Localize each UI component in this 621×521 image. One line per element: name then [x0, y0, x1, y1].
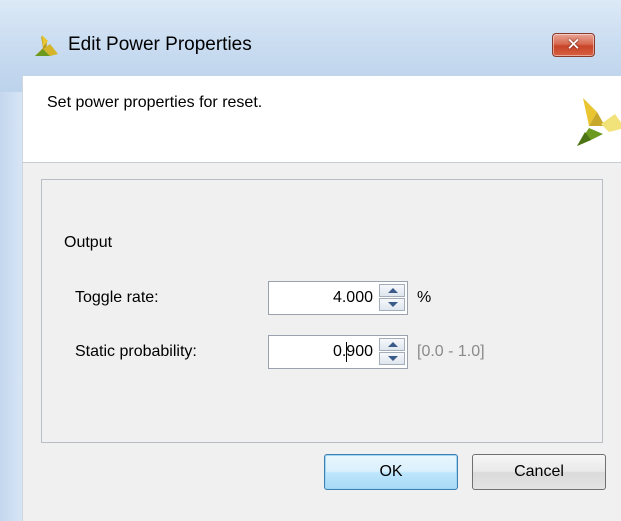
ok-button[interactable]: OK [324, 454, 458, 490]
xilinx-logo-icon [35, 35, 58, 56]
dialog-body: Output Toggle rate: 4.000 % Static proba… [22, 163, 621, 521]
spin-up-icon [388, 342, 398, 347]
static-probability-stepper[interactable]: 0.900 [268, 335, 408, 369]
static-probability-decrement-button[interactable] [379, 352, 405, 365]
close-button[interactable]: ✕ [552, 33, 595, 57]
static-probability-label: Static probability: [75, 343, 197, 360]
window-title: Edit Power Properties [68, 34, 252, 55]
spin-down-icon [388, 302, 398, 307]
toggle-rate-arrows [379, 284, 405, 312]
cancel-button[interactable]: Cancel [472, 454, 606, 490]
static-probability-value[interactable]: 0.900 [333, 343, 373, 361]
toggle-rate-decrement-button[interactable] [379, 298, 405, 311]
toggle-rate-unit: % [417, 289, 432, 306]
text-caret [346, 342, 347, 362]
toggle-rate-increment-button[interactable] [379, 284, 405, 297]
header-subtitle: Set power properties for reset. [47, 94, 263, 111]
toggle-rate-stepper[interactable]: 4.000 [268, 281, 408, 315]
dialog-window: Edit Power Properties ✕ Set power proper… [0, 0, 621, 521]
xilinx-brand-icon [577, 98, 621, 146]
static-probability-increment-button[interactable] [379, 338, 405, 351]
section-label-output: Output [64, 234, 113, 251]
close-icon: ✕ [566, 35, 581, 55]
spin-down-icon [388, 356, 398, 361]
spin-up-icon [388, 288, 398, 293]
toggle-rate-value[interactable]: 4.000 [333, 289, 373, 307]
window-frame-edge [0, 92, 22, 521]
static-probability-arrows [379, 338, 405, 366]
toggle-rate-label: Toggle rate: [75, 289, 159, 306]
static-probability-range-hint: [0.0 - 1.0] [417, 343, 485, 360]
dialog-header: Set power properties for reset. [22, 76, 621, 162]
